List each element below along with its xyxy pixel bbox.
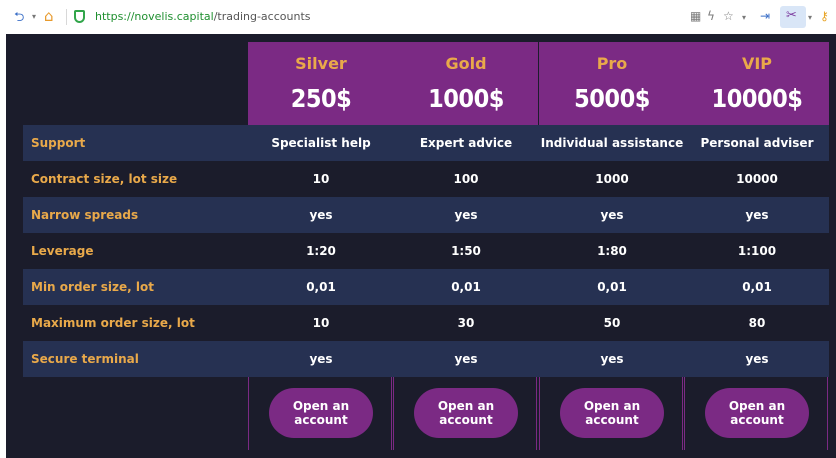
table-cell: 1000 <box>595 172 629 186</box>
plan-header-gold: Gold 1000$ <box>394 42 538 125</box>
plan-price: 5000$ <box>574 84 650 113</box>
open-account-button-pro[interactable]: Open an account <box>560 388 664 438</box>
row-label: Contract size, lot size <box>31 172 178 186</box>
plan-name: VIP <box>741 54 773 73</box>
chevron-down-icon[interactable]: ▾ <box>808 13 812 22</box>
lightning-icon[interactable]: ϟ <box>707 9 715 23</box>
table-cell: Specialist help <box>271 136 371 150</box>
table-row: Maximum order size, lot 10 30 50 80 <box>23 305 829 341</box>
table-row: Min order size, lot 0,01 0,01 0,01 0,01 <box>23 269 829 305</box>
table-cell: 0,01 <box>451 280 481 294</box>
table-cell: 1:50 <box>451 244 481 258</box>
plan-price: 1000$ <box>428 84 504 113</box>
open-account-button-vip[interactable]: Open an account <box>705 388 809 438</box>
table-cell: yes <box>600 352 624 366</box>
table-cell: yes <box>745 208 769 222</box>
scissors-icon: ✂ <box>786 8 797 23</box>
row-label: Leverage <box>31 244 94 258</box>
table-row: Secure terminal yes yes yes yes <box>23 341 829 377</box>
toolbar-divider <box>66 9 67 25</box>
table-cell: yes <box>309 208 333 222</box>
plan-header-vip: VIP 10000$ <box>685 42 829 125</box>
trading-accounts-page: WikiFX Silver 250$ Gold 1000$ Pro 5000$ … <box>6 34 836 458</box>
home-icon[interactable]: ⌂ <box>44 7 54 25</box>
table-cell: yes <box>309 352 333 366</box>
table-cell: yes <box>454 352 478 366</box>
url-path: /trading-accounts <box>213 10 311 23</box>
plan-header-pro: Pro 5000$ <box>540 42 684 125</box>
table-cell: 10 <box>312 172 330 186</box>
table-cell: 1:20 <box>306 244 336 258</box>
chevron-down-icon[interactable]: ▾ <box>32 12 36 21</box>
table-cell: 30 <box>457 316 475 330</box>
open-account-button-gold[interactable]: Open an account <box>414 388 518 438</box>
plan-name: Gold <box>445 54 487 73</box>
table-cell: 1:100 <box>737 244 777 258</box>
key-icon[interactable]: ⚷ <box>820 9 829 23</box>
exit-icon[interactable]: ⇥ <box>760 9 770 23</box>
scissors-button[interactable]: ✂ <box>780 6 806 28</box>
shield-icon <box>74 10 85 23</box>
row-label: Min order size, lot <box>31 280 154 294</box>
chevron-down-icon[interactable]: ▾ <box>742 13 746 22</box>
table-row: Support Specialist help Expert advice In… <box>23 125 829 161</box>
browser-toolbar: ⮌ ▾ ⌂ https://novelis.capital/trading-ac… <box>0 0 836 34</box>
table-cell: 100 <box>453 172 479 186</box>
plan-price: 250$ <box>290 84 352 113</box>
star-icon[interactable]: ☆ <box>723 9 734 23</box>
qr-code-icon[interactable]: ▦ <box>690 9 701 23</box>
table-row: Contract size, lot size 10 100 1000 1000… <box>23 161 829 197</box>
table-cell: yes <box>745 352 769 366</box>
table-cell: 0,01 <box>306 280 336 294</box>
row-label: Secure terminal <box>31 352 139 366</box>
row-label: Narrow spreads <box>31 208 139 222</box>
table-cell: Individual assistance <box>540 136 684 150</box>
table-cell: 1:80 <box>597 244 627 258</box>
back-icon[interactable]: ⮌ <box>14 8 24 30</box>
table-cell: 0,01 <box>742 280 772 294</box>
row-label: Support <box>31 136 86 150</box>
plan-price: 10000$ <box>711 84 803 113</box>
address-bar[interactable]: https://novelis.capital/trading-accounts <box>95 10 311 23</box>
table-row: Narrow spreads yes yes yes yes <box>23 197 829 233</box>
table-cell: Expert advice <box>419 136 513 150</box>
table-row: Leverage 1:20 1:50 1:80 1:100 <box>23 233 829 269</box>
table-cell: 50 <box>603 316 621 330</box>
plan-header-silver: Silver 250$ <box>249 42 393 125</box>
plan-name: Silver <box>295 54 347 73</box>
plan-name: Pro <box>596 54 628 73</box>
open-account-button-silver[interactable]: Open an account <box>269 388 373 438</box>
table-cell: 80 <box>748 316 766 330</box>
table-cell: 10 <box>312 316 330 330</box>
row-label: Maximum order size, lot <box>31 316 195 330</box>
table-cell: yes <box>600 208 624 222</box>
table-cell: yes <box>454 208 478 222</box>
table-cell: 0,01 <box>597 280 627 294</box>
table-cell: Personal adviser <box>700 136 814 150</box>
url-host: https://novelis.capital <box>95 10 214 23</box>
table-cell: 10000 <box>736 172 778 186</box>
